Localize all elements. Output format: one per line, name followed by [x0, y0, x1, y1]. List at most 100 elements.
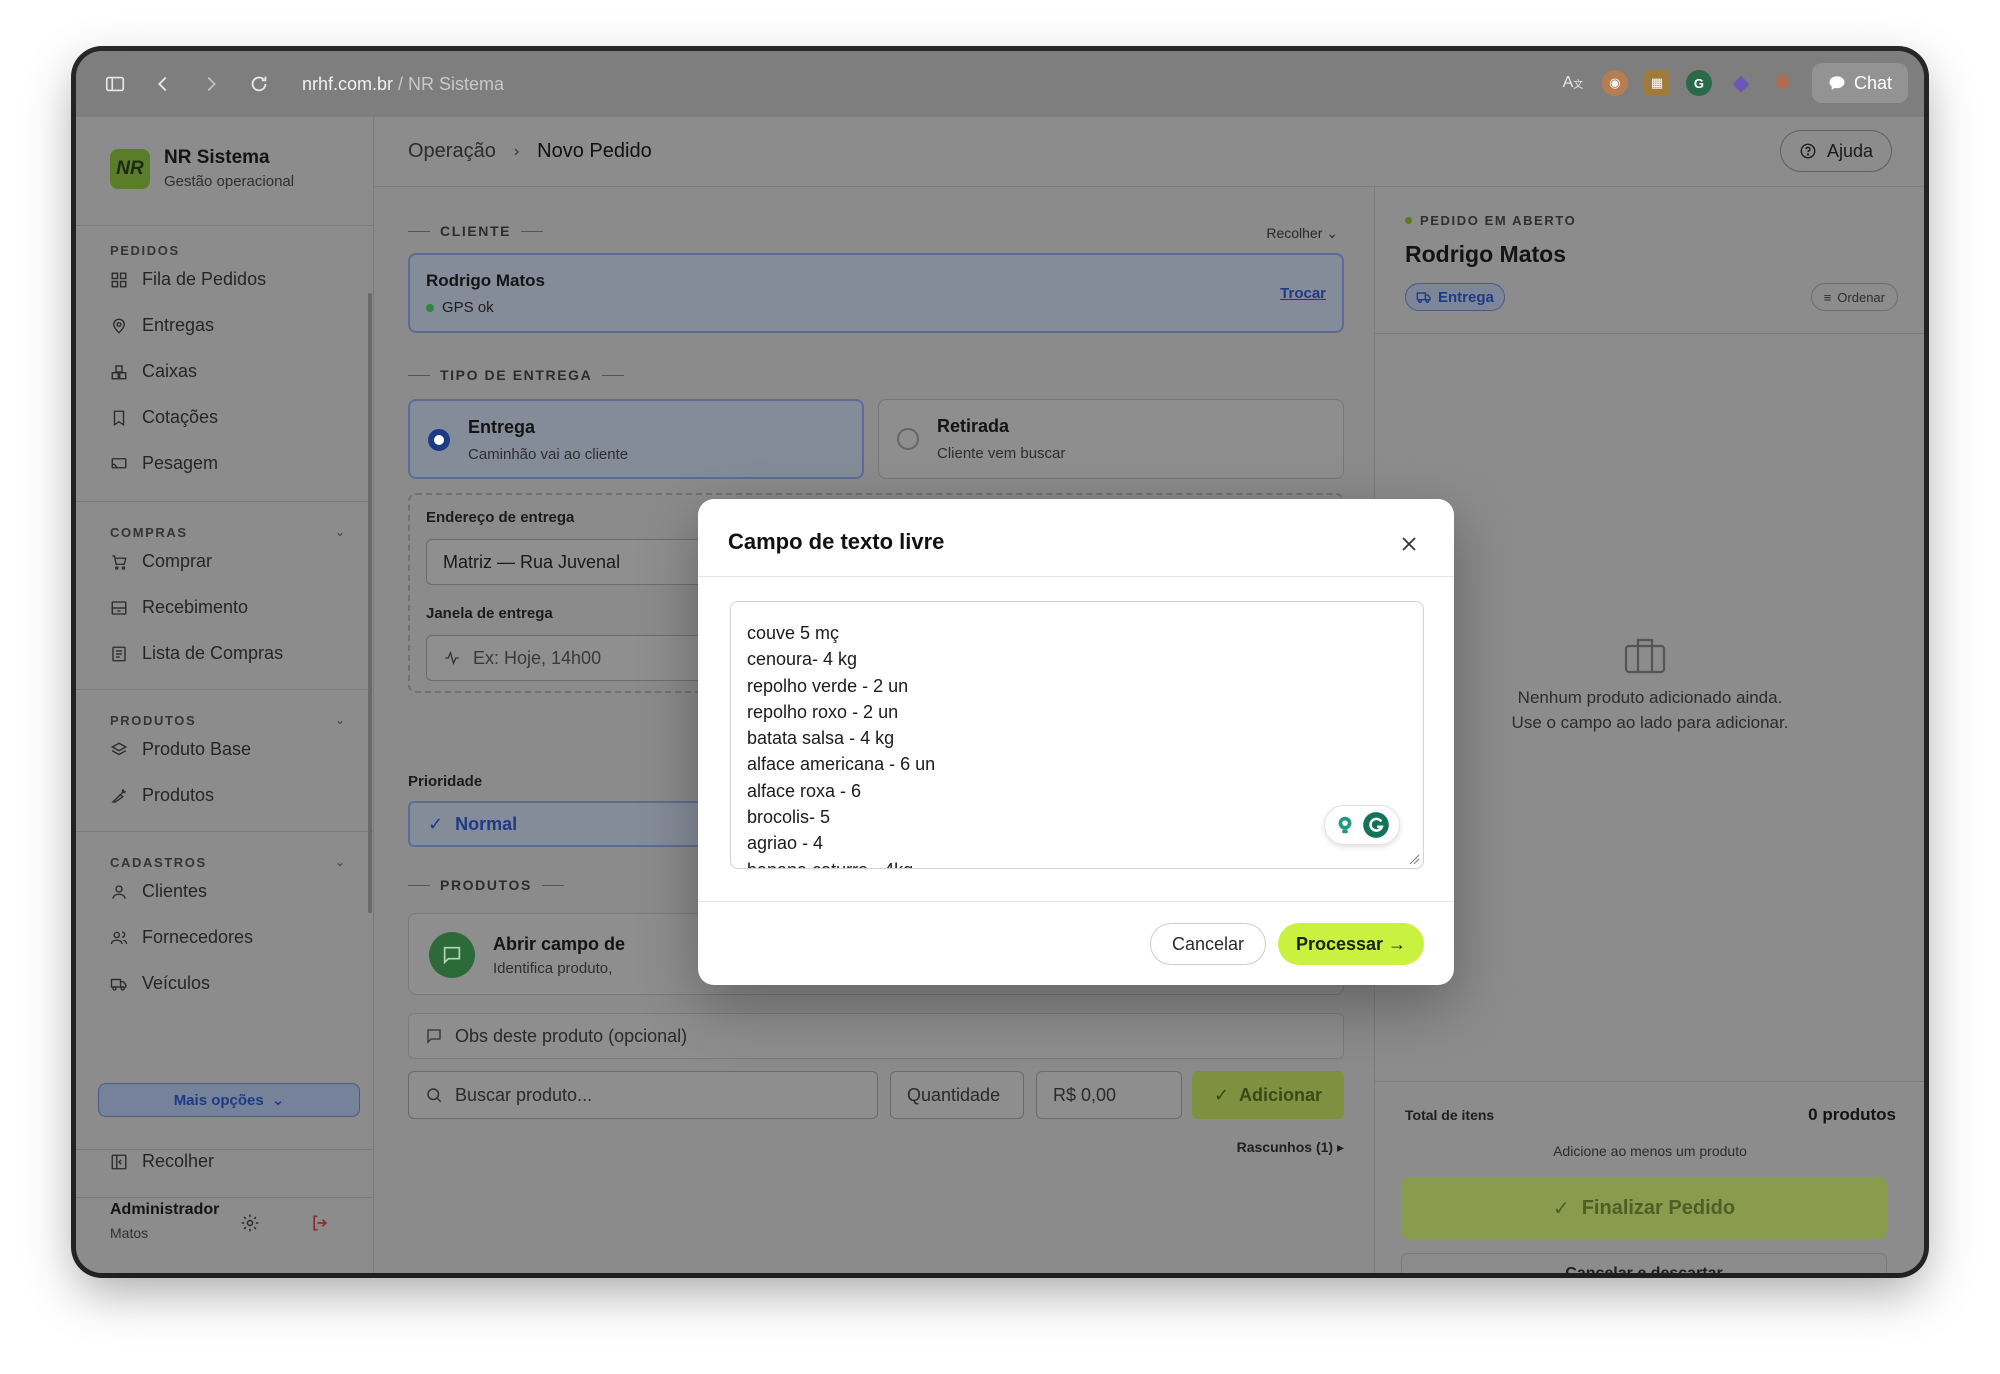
product-search-input[interactable]: Buscar produto...: [408, 1071, 878, 1119]
help-label: Ajuda: [1826, 140, 1873, 161]
sidebar-item-caixas[interactable]: Caixas: [110, 361, 197, 382]
sidebar-item-produto-base[interactable]: Produto Base: [110, 739, 251, 760]
sidebar-item-label: Lista de Compras: [142, 643, 284, 663]
carrot-icon: [111, 788, 127, 803]
modal-divider: [698, 901, 1454, 902]
sidebar-item-label: Recebimento: [142, 597, 249, 617]
sidebar-item-cotacoes[interactable]: Cotações: [110, 407, 218, 428]
address-label: Endereço de entrega: [426, 509, 575, 526]
gps-label: GPS ok: [442, 299, 494, 316]
change-client-link[interactable]: Trocar: [1280, 285, 1326, 302]
brand[interactable]: NR NR Sistema Gestão operacional: [110, 147, 294, 190]
discard-order-button[interactable]: Cancelar e descartar: [1401, 1253, 1887, 1273]
sort-icon: ≡: [1823, 289, 1832, 305]
finish-order-button[interactable]: ✓ Finalizar Pedido: [1401, 1177, 1887, 1239]
sort-label: Ordenar: [1837, 289, 1885, 305]
translate-icon[interactable]: A文: [1560, 70, 1586, 96]
back-icon[interactable]: [150, 71, 176, 97]
sidebar-divider: [76, 1149, 374, 1150]
chevron-down-icon: ⌄: [1326, 225, 1338, 241]
status-dot-icon: [426, 303, 434, 312]
grammarly-icon[interactable]: G: [1685, 70, 1712, 96]
breadcrumb-parent[interactable]: Operação: [408, 140, 496, 163]
close-icon[interactable]: [1400, 535, 1418, 553]
text-line: batata salsa - 4 kg: [747, 728, 895, 749]
text-line: repolho verde - 2 un: [747, 675, 909, 696]
check-icon: ✓: [1213, 1084, 1230, 1105]
process-button[interactable]: Processar →: [1278, 923, 1424, 965]
sidebar-scrollbar[interactable]: [368, 293, 372, 913]
logout-icon[interactable]: [310, 1213, 330, 1233]
section-label-compras[interactable]: COMPRAS: [110, 525, 188, 540]
section-label-cadastros[interactable]: CADASTROS: [110, 855, 207, 870]
note-placeholder: Obs deste produto (opcional): [455, 1025, 688, 1046]
help-circle-icon: [1800, 143, 1816, 159]
browser-extensions: A文 ◉ ▦ G ◆ ✺ Chat: [1560, 63, 1908, 103]
add-product-button[interactable]: ✓ Adicionar: [1192, 1071, 1344, 1119]
free-text-textarea[interactable]: couve 5 mç cenoura- 4 kg repolho verde -…: [730, 601, 1424, 869]
delivery-option-entrega[interactable]: Entrega Caminhão vai ao cliente: [408, 399, 864, 479]
quantity-input[interactable]: Quantidade: [890, 1071, 1024, 1119]
extension-diamond-icon[interactable]: ◆: [1728, 70, 1754, 96]
chevron-down-icon[interactable]: ⌄: [335, 855, 345, 869]
sidebar-item-label: Clientes: [142, 881, 208, 901]
bookmark-icon: [113, 410, 125, 426]
extension-owl-icon[interactable]: ◉: [1601, 70, 1628, 96]
sidebar-item-produtos[interactable]: Produtos: [110, 785, 214, 806]
more-options-button[interactable]: Mais opções ⌄: [98, 1083, 360, 1117]
comment-icon: [427, 1029, 441, 1044]
sidebar-item-label: Entregas: [142, 315, 215, 335]
brand-logo: NR: [110, 148, 150, 189]
radio-selected-icon: [428, 429, 450, 451]
chat-bubble-icon: [1829, 76, 1845, 90]
panel-left-icon: [111, 1154, 127, 1169]
chevron-right-icon: ›: [513, 142, 520, 160]
section-label-produtos[interactable]: PRODUTOS: [110, 713, 196, 728]
chat-button[interactable]: Chat: [1811, 63, 1908, 103]
section-label-pedidos: PEDIDOS: [110, 243, 180, 258]
gear-icon[interactable]: [240, 1213, 260, 1233]
sidebar-toggle-icon[interactable]: [102, 71, 128, 97]
user-profile: Administrador Matos: [110, 1201, 219, 1241]
sidebar-item-recebimento[interactable]: Recebimento: [110, 597, 248, 618]
resize-handle-icon[interactable]: [1408, 853, 1420, 865]
sidebar-item-pesagem[interactable]: Pesagem: [110, 453, 218, 474]
page-header: Operação › Novo Pedido Ajuda: [374, 117, 1924, 187]
forward-icon[interactable]: [198, 71, 224, 97]
boxes-icon: [111, 364, 127, 379]
sidebar-item-clientes[interactable]: Clientes: [110, 881, 207, 902]
help-button[interactable]: Ajuda: [1779, 130, 1892, 172]
delivery-option-retirada[interactable]: Retirada Cliente vem buscar: [878, 399, 1344, 479]
collapse-client-button[interactable]: Recolher ⌄: [1266, 225, 1338, 242]
priority-value: Normal: [455, 813, 518, 834]
address-bar[interactable]: nrhf.com.br / NR Sistema: [302, 74, 504, 95]
sidebar-divider: [76, 501, 374, 502]
grammarly-widget[interactable]: [1324, 805, 1400, 845]
drafts-link[interactable]: Rascunhos (1) ▸: [1237, 1139, 1344, 1156]
inbox-icon: [111, 600, 127, 615]
total-value: 0 produtos: [1808, 1105, 1896, 1124]
priority-label: Prioridade: [408, 773, 483, 790]
product-note-input[interactable]: Obs deste produto (opcional): [408, 1013, 1344, 1059]
chevron-down-icon[interactable]: ⌄: [335, 525, 345, 539]
sidebar-item-fornecedores[interactable]: Fornecedores: [110, 927, 253, 948]
sidebar-item-lista-de-compras[interactable]: Lista de Compras: [110, 643, 283, 664]
user-name: Administrador: [110, 1201, 220, 1218]
section-title-text: CLIENTE: [440, 223, 512, 239]
sidebar-item-entregas[interactable]: Entregas: [110, 315, 214, 336]
collapse-sidebar-button[interactable]: Recolher: [110, 1151, 214, 1172]
text-line: banana caturra - 4kg: [747, 857, 1407, 868]
reload-icon[interactable]: [246, 71, 272, 97]
cancel-button[interactable]: Cancelar: [1150, 923, 1266, 965]
sidebar-item-comprar[interactable]: Comprar: [110, 551, 212, 572]
modal-divider: [698, 576, 1454, 577]
extension-spark-icon[interactable]: ✺: [1770, 70, 1796, 96]
chevron-down-icon[interactable]: ⌄: [335, 713, 345, 727]
sidebar-item-fila-de-pedidos[interactable]: Fila de Pedidos: [110, 269, 266, 290]
price-input[interactable]: R$ 0,00: [1036, 1071, 1182, 1119]
sidebar-item-veiculos[interactable]: Veículos: [110, 973, 210, 994]
extension-stats-icon[interactable]: ▦: [1643, 70, 1670, 96]
sidebar-item-label: Fila de Pedidos: [142, 269, 267, 289]
url-path: / NR Sistema: [393, 73, 505, 94]
sort-button[interactable]: ≡ Ordenar: [1810, 283, 1898, 311]
